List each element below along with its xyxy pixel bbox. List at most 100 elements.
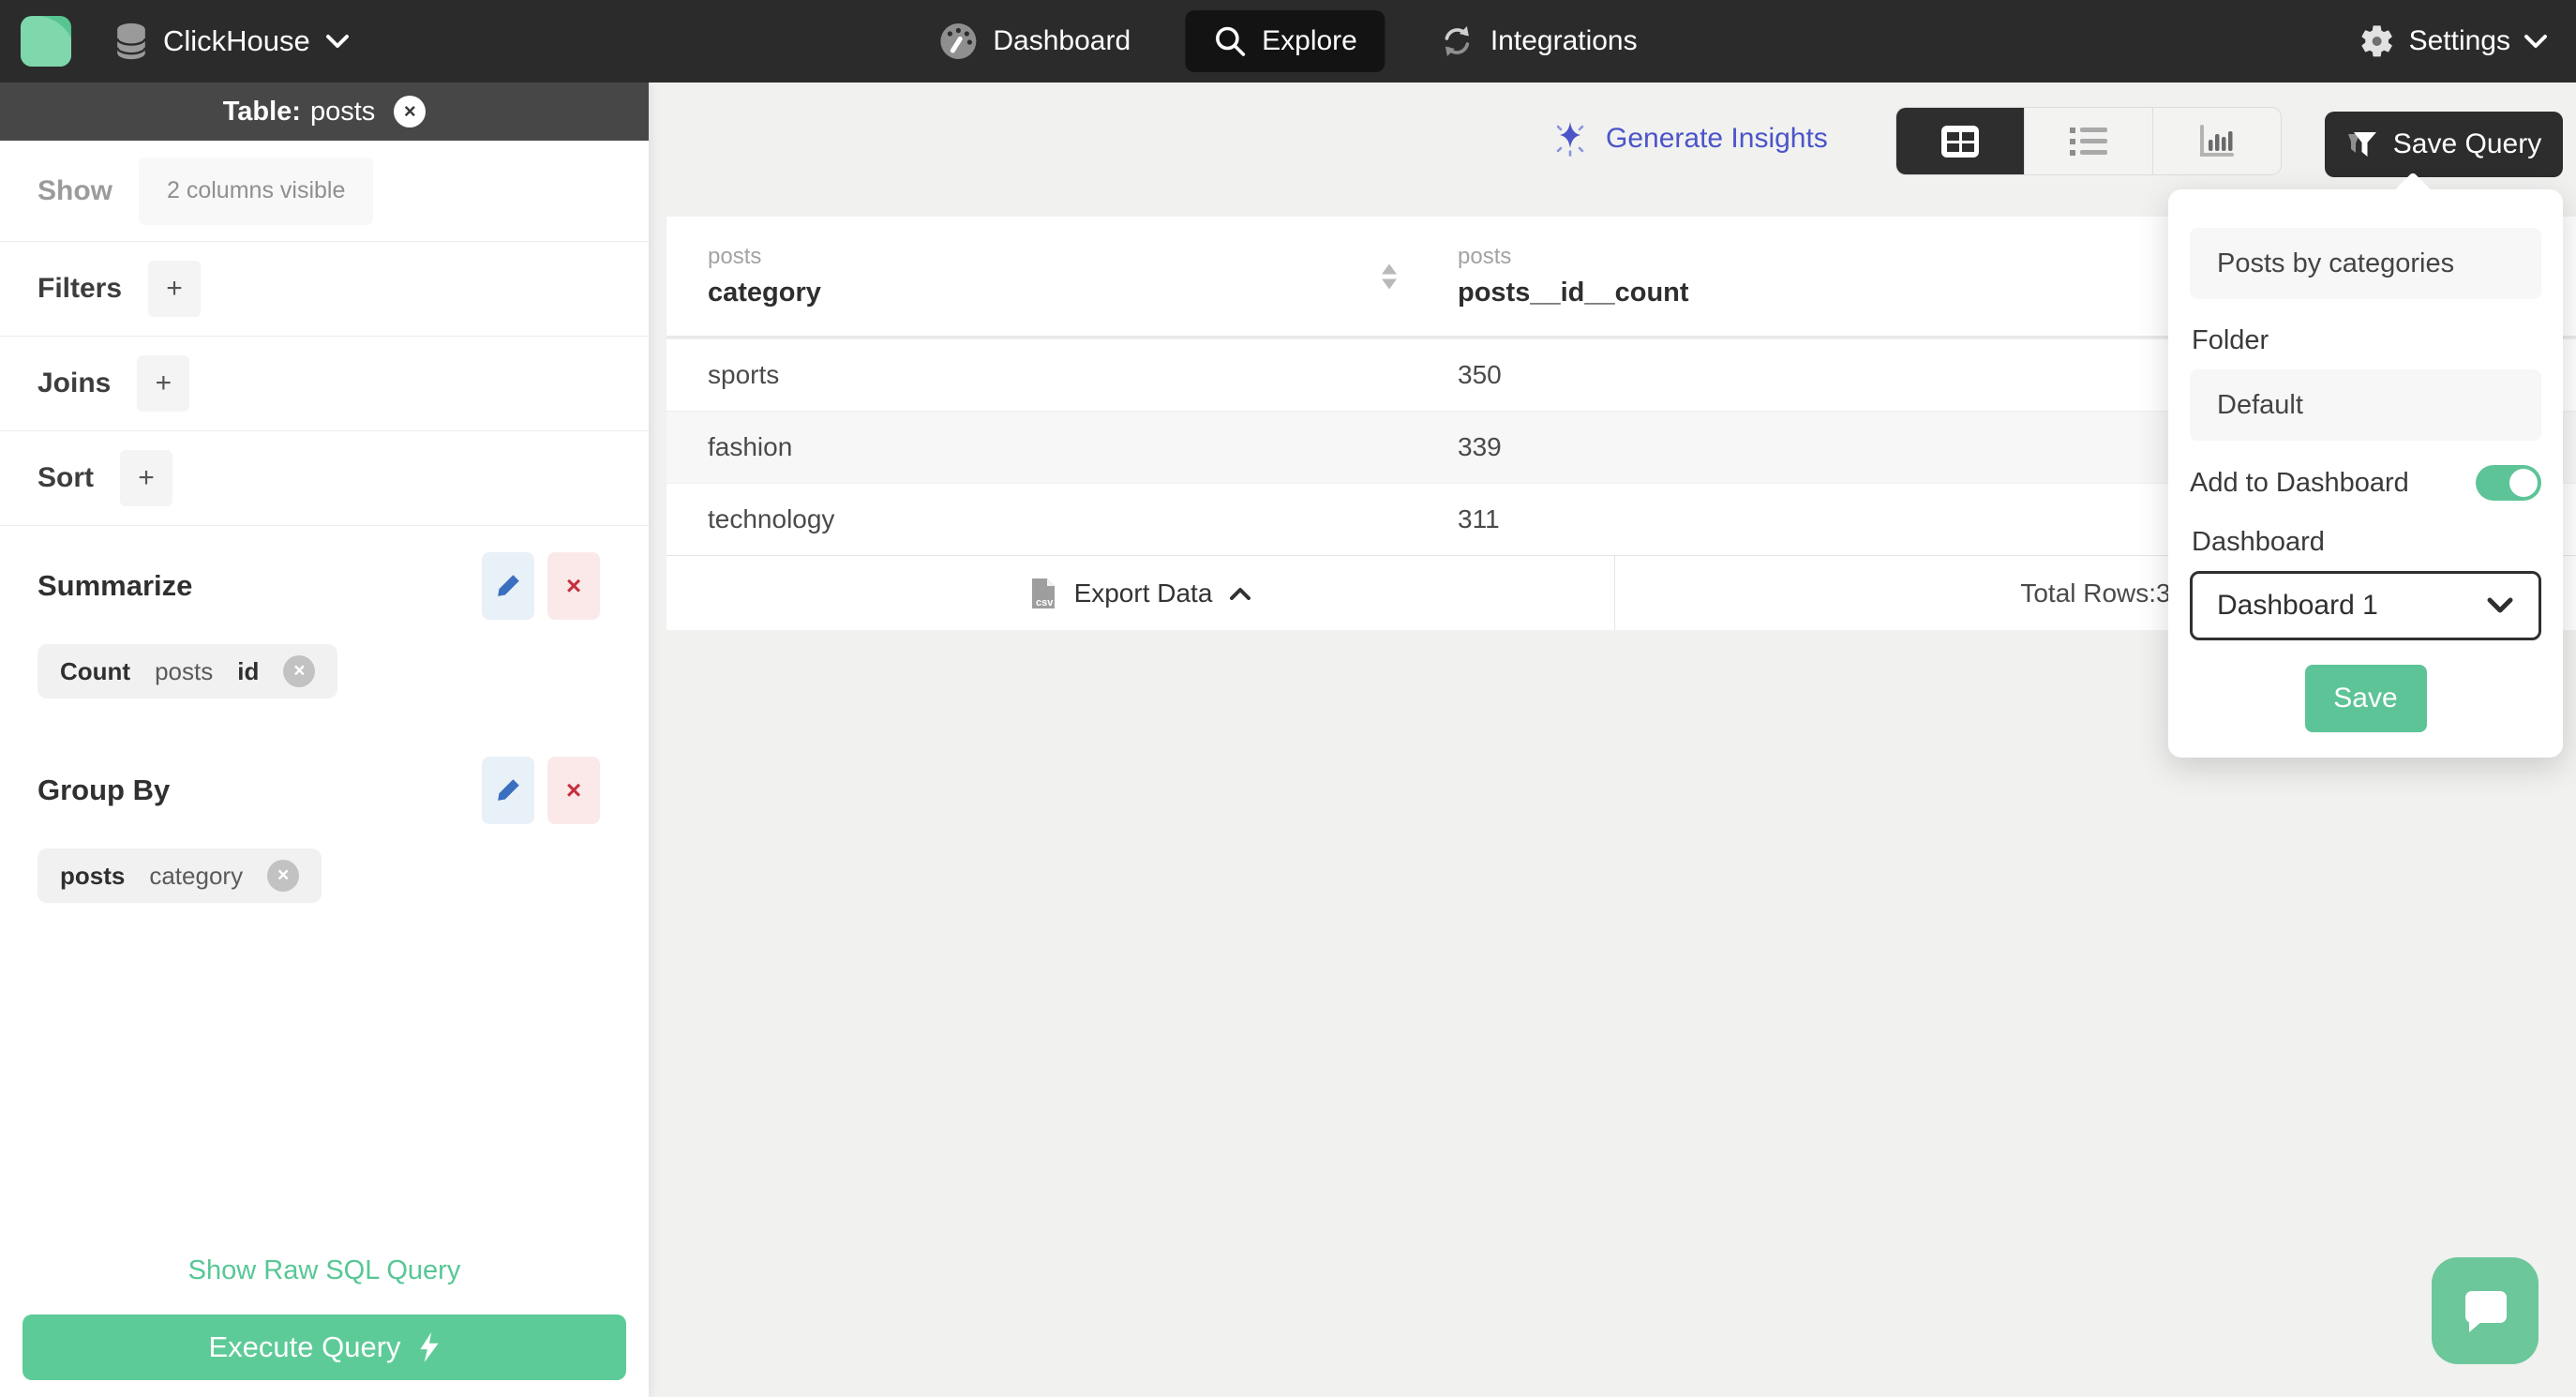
sort-indicator-icon[interactable]: [1381, 263, 1398, 289]
chip-column: category: [149, 861, 244, 890]
search-icon: [1215, 26, 1245, 56]
panel-shadow-divider: [0, 935, 649, 942]
chat-bubble-icon: [2465, 1291, 2507, 1332]
sparkle-icon: [1556, 122, 1584, 157]
chevron-down-icon: [2487, 597, 2513, 613]
edit-group-by-button[interactable]: [482, 757, 534, 824]
nav-item-explore[interactable]: Explore: [1185, 10, 1385, 72]
execute-query-button[interactable]: Execute Query: [22, 1314, 626, 1380]
view-toggle-group: [1895, 107, 2282, 175]
columns-visible-chip[interactable]: 2 columns visible: [139, 157, 374, 225]
results-area: Generate Insights Save Query posts categ…: [649, 83, 2576, 1397]
group-by-section: Group By × posts category ×: [0, 730, 649, 935]
show-section: Show 2 columns visible: [0, 141, 649, 242]
cell-category: sports: [708, 360, 780, 389]
list-view-toggle[interactable]: [2025, 108, 2153, 174]
cell-category: technology: [708, 504, 835, 533]
sidebar-footer: Show Raw SQL Query Execute Query: [0, 1255, 649, 1397]
joins-section: Joins +: [0, 337, 649, 431]
table-view-icon: [1941, 125, 1979, 158]
top-nav: ClickHouse Dashboard Explore Integration…: [0, 0, 2576, 83]
save-query-button[interactable]: Save Query: [2325, 112, 2563, 177]
execute-query-label: Execute Query: [208, 1330, 401, 1363]
folder-label: Folder: [2192, 325, 2269, 355]
settings-label: Settings: [2408, 25, 2510, 56]
chart-view-icon: [2200, 124, 2234, 157]
dashboard-select-value: Dashboard 1: [2217, 590, 2378, 621]
chip-table: posts: [60, 861, 126, 890]
edit-summarize-button[interactable]: [482, 552, 534, 620]
database-selector[interactable]: ClickHouse: [114, 23, 350, 60]
dashboard-select[interactable]: Dashboard 1: [2190, 571, 2541, 640]
chevron-up-icon: [1230, 587, 1251, 600]
svg-text:csv: csv: [1036, 597, 1054, 608]
column-group-label: posts: [708, 244, 762, 269]
gauge-icon: [940, 23, 977, 59]
brand-area: ClickHouse: [21, 16, 350, 67]
lightning-icon: [419, 1332, 439, 1362]
chip-column: id: [237, 656, 260, 685]
settings-menu[interactable]: Settings: [2359, 0, 2548, 83]
remove-chip-button[interactable]: ×: [267, 860, 300, 892]
column-header-category[interactable]: posts category: [666, 217, 1425, 336]
pencil-icon: [498, 575, 519, 596]
remove-group-by-button[interactable]: ×: [547, 757, 600, 824]
sync-icon: [1445, 26, 1470, 56]
column-name-label: category: [708, 278, 821, 308]
cell-category: fashion: [708, 432, 793, 461]
joins-label: Joins: [37, 368, 112, 398]
chat-widget-button[interactable]: [2432, 1257, 2539, 1364]
app-logo[interactable]: [21, 16, 71, 67]
add-join-button[interactable]: +: [137, 355, 190, 412]
generate-insights-button[interactable]: Generate Insights: [1551, 120, 1828, 158]
add-filter-button[interactable]: +: [148, 261, 202, 317]
table-view-toggle[interactable]: [1896, 108, 2025, 174]
nav-item-dashboard[interactable]: Dashboard: [925, 10, 1144, 72]
remove-summarize-button[interactable]: ×: [547, 552, 600, 620]
save-query-popover: Posts by categories Folder Default Add t…: [2168, 189, 2563, 758]
pencil-icon: [498, 779, 519, 801]
chart-view-toggle[interactable]: [2153, 108, 2281, 174]
generate-insights-label: Generate Insights: [1606, 123, 1828, 154]
folder-input[interactable]: Default: [2190, 369, 2541, 441]
summarize-chip[interactable]: Count posts id ×: [37, 644, 338, 698]
group-by-label: Group By: [37, 774, 171, 806]
chip-aggregation: Count: [60, 656, 131, 685]
sort-label: Sort: [37, 462, 94, 493]
add-to-dashboard-toggle[interactable]: [2476, 465, 2541, 501]
nav-label: Integrations: [1490, 25, 1638, 56]
query-builder-sidebar: Table: posts × Show 2 columns visible Fi…: [0, 83, 649, 1397]
chip-table: posts: [155, 656, 214, 685]
filters-label: Filters: [37, 273, 123, 304]
gear-icon: [2361, 25, 2392, 57]
brand-name: ClickHouse: [163, 24, 310, 57]
nav-label: Explore: [1262, 25, 1357, 56]
list-view-icon: [2070, 127, 2107, 156]
show-label: Show: [37, 174, 112, 206]
save-query-label: Save Query: [2392, 128, 2542, 159]
main-nav: Dashboard Explore Integrations: [925, 0, 1650, 83]
query-name-input[interactable]: Posts by categories: [2190, 228, 2541, 299]
group-by-chip[interactable]: posts category ×: [37, 849, 322, 903]
database-icon: [116, 23, 146, 60]
dashboard-label: Dashboard: [2192, 527, 2325, 557]
sort-section: Sort +: [0, 431, 649, 526]
add-sort-button[interactable]: +: [120, 450, 172, 506]
funnel-icon: [2347, 132, 2376, 157]
table-header-name: posts: [309, 96, 376, 127]
popover-save-button[interactable]: Save: [2304, 665, 2427, 732]
chevron-down-icon: [325, 35, 349, 48]
remove-table-button[interactable]: ×: [394, 96, 427, 128]
nav-item-integrations[interactable]: Integrations: [1427, 10, 1651, 72]
filters-section: Filters +: [0, 242, 649, 337]
summarize-label: Summarize: [37, 569, 193, 602]
csv-file-icon: csv: [1031, 578, 1055, 608]
export-data-button[interactable]: csv Export Data: [666, 556, 1615, 630]
chevron-down-icon: [2524, 35, 2547, 48]
show-raw-sql-link[interactable]: Show Raw SQL Query: [0, 1255, 649, 1286]
table-header-prefix: Table:: [222, 96, 301, 127]
summarize-section: Summarize × Count posts id ×: [0, 526, 649, 730]
export-data-label: Export Data: [1073, 578, 1213, 608]
remove-chip-button[interactable]: ×: [283, 655, 316, 687]
add-to-dashboard-label: Add to Dashboard: [2190, 467, 2409, 498]
